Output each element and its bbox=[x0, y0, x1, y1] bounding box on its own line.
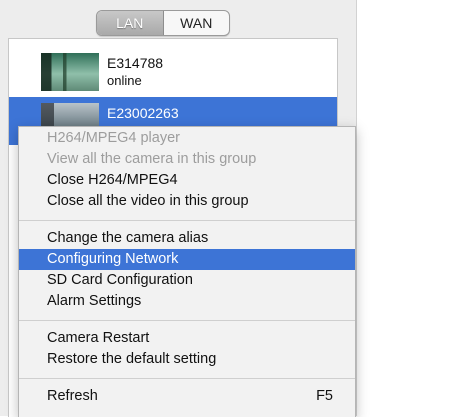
network-segmented-control: LAN WAN bbox=[96, 10, 230, 36]
menu-item-close-h264[interactable]: Close H264/MPEG4 bbox=[19, 170, 355, 191]
camera-list-item[interactable]: E314788 online bbox=[9, 47, 337, 95]
tab-wan[interactable]: WAN bbox=[164, 11, 230, 35]
menu-item-restore-default[interactable]: Restore the default setting bbox=[19, 349, 355, 370]
menu-separator bbox=[19, 220, 355, 221]
menu-item-sd-card-configuration[interactable]: SD Card Configuration bbox=[19, 270, 355, 291]
menu-item-alarm-settings[interactable]: Alarm Settings bbox=[19, 291, 355, 312]
keyboard-shortcut: F5 bbox=[316, 388, 333, 404]
menu-item-view-all-cameras: View all the camera in this group bbox=[47, 151, 257, 167]
camera-status: online bbox=[107, 73, 142, 88]
menu-item-camera-restart[interactable]: Camera Restart bbox=[19, 328, 355, 349]
menu-item-close-all-video[interactable]: Close all the video in this group bbox=[19, 191, 355, 212]
camera-thumbnail bbox=[41, 53, 99, 91]
menu-separator bbox=[19, 378, 355, 379]
menu-item-label: Refresh bbox=[47, 388, 98, 404]
menu-item-configuring-network[interactable]: Configuring Network bbox=[19, 249, 355, 270]
menu-item-change-alias[interactable]: Change the camera alias bbox=[19, 228, 355, 249]
tab-lan[interactable]: LAN bbox=[97, 11, 164, 35]
menu-item-h264-player: H264/MPEG4 player bbox=[47, 130, 180, 146]
camera-name: E23002263 bbox=[107, 105, 179, 121]
menu-item-refresh[interactable]: Refresh F5 bbox=[19, 386, 355, 407]
camera-name: E314788 bbox=[107, 55, 164, 71]
context-menu: H264/MPEG4 player View all the camera in… bbox=[18, 126, 356, 417]
menu-separator bbox=[19, 320, 355, 321]
